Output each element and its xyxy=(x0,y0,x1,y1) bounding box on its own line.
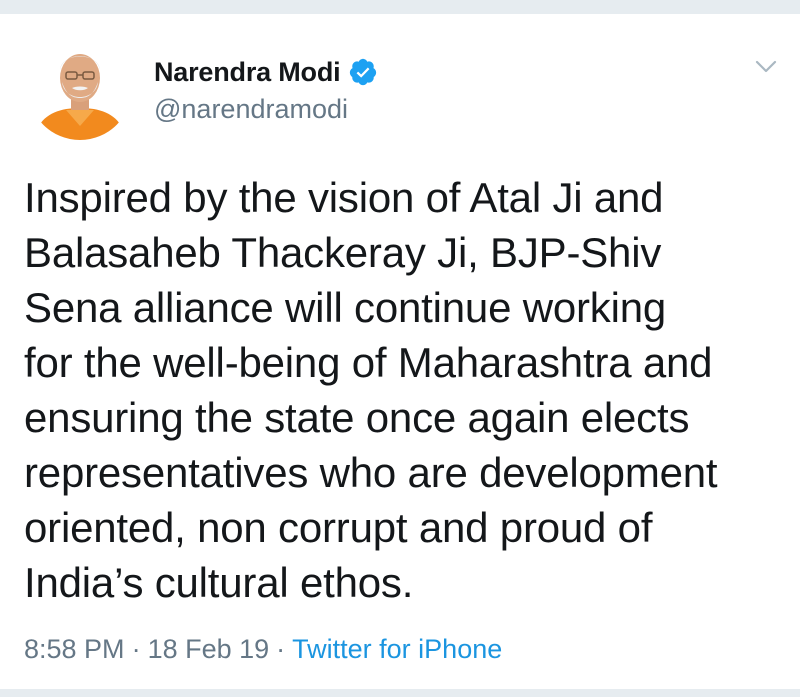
tweet-date[interactable]: 18 Feb 19 xyxy=(148,634,270,664)
profile-photo xyxy=(28,36,132,140)
avatar[interactable] xyxy=(28,36,132,140)
separator-dot: · xyxy=(131,634,141,664)
chevron-down-icon[interactable] xyxy=(752,56,780,78)
tweet-time[interactable]: 8:58 PM xyxy=(24,634,125,664)
separator-dot: · xyxy=(276,634,286,664)
display-name[interactable]: Narendra Modi xyxy=(154,57,341,88)
top-divider xyxy=(0,0,800,14)
tweet-source-link[interactable]: Twitter for iPhone xyxy=(292,634,502,664)
tweet-meta: 8:58 PM · 18 Feb 19 · Twitter for iPhone xyxy=(24,634,502,665)
bottom-divider xyxy=(0,689,800,697)
user-handle[interactable]: @narendramodi xyxy=(154,94,348,125)
verified-badge-icon xyxy=(348,57,378,87)
author-name-row[interactable]: Narendra Modi xyxy=(154,54,378,90)
tweet-text: Inspired by the vision of Atal Ji and Ba… xyxy=(24,174,718,606)
